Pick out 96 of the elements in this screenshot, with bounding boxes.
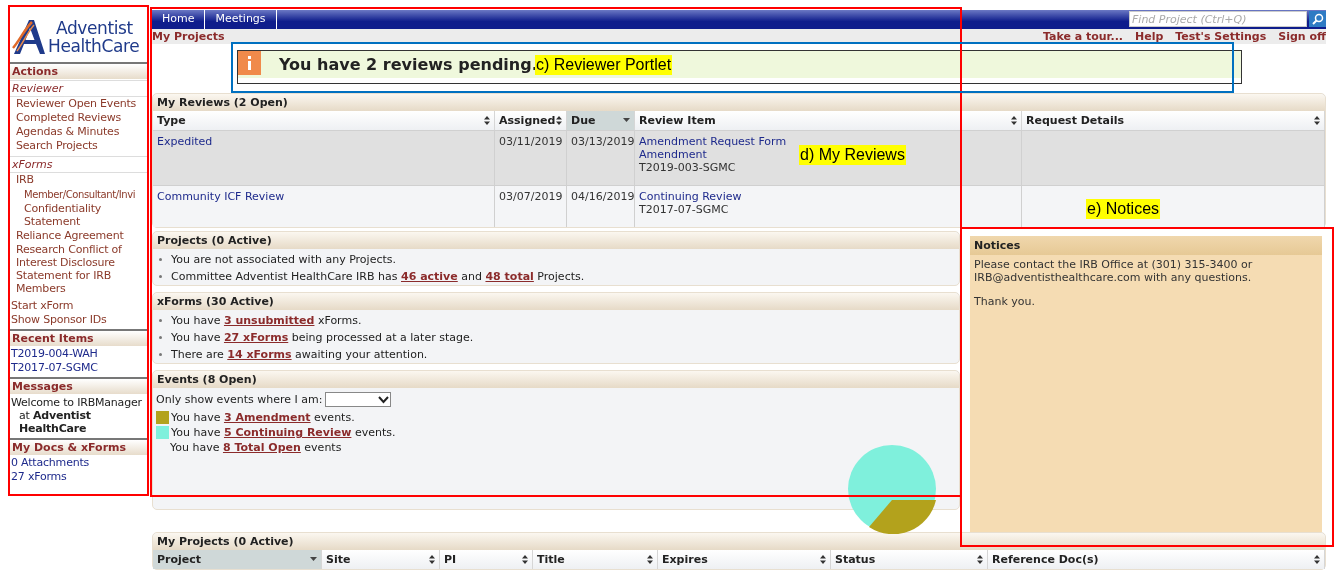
panel-title: xForms (30 Active) xyxy=(153,293,959,310)
count-link[interactable]: 48 total xyxy=(485,270,534,283)
sort-icon xyxy=(820,555,826,564)
sidebar-group-heading: Reviewer xyxy=(10,80,148,97)
table-cell: 03/11/2019 xyxy=(495,130,567,185)
review-item-link[interactable]: Amendment Request Form Amendment xyxy=(639,135,789,161)
panel-title: Projects (0 Active) xyxy=(153,232,959,249)
table-cell: 03/13/2019 xyxy=(567,130,635,185)
header-link[interactable]: Sign off xyxy=(1278,30,1326,43)
column-header[interactable]: Due xyxy=(567,111,635,130)
sidebar-link[interactable]: 27 xForms xyxy=(10,470,148,484)
sidebar-link[interactable]: T2019-004-WAH xyxy=(10,347,148,361)
event-count-sentence: You have 8 Total Open events xyxy=(170,441,342,454)
sort-icon xyxy=(1314,116,1320,125)
sidebar-link[interactable]: Start xForm xyxy=(10,299,148,313)
annotation-label: d) My Reviews xyxy=(799,145,906,165)
sidebar-link[interactable]: 0 Attachments xyxy=(10,456,148,470)
page-title: My Projects xyxy=(152,30,225,43)
sidebar-section-title: Recent Items xyxy=(10,329,148,346)
info-icon xyxy=(238,51,261,75)
sidebar-link[interactable]: Member/Consultant/Invi xyxy=(10,187,136,202)
column-header[interactable]: Status xyxy=(831,550,988,569)
header-link[interactable]: Help xyxy=(1135,30,1164,43)
sidebar-section-title: Actions xyxy=(10,62,148,79)
count-link[interactable]: 46 active xyxy=(401,270,458,283)
header-link[interactable]: Take a tour... xyxy=(1042,30,1123,43)
summary-sentence: Committee Adventist HealthCare IRB has 46 active and 48 total Projects. xyxy=(159,270,953,283)
summary-sentence: You have 3 unsubmitted xForms. xyxy=(159,314,953,327)
review-type-link[interactable]: Expedited xyxy=(157,135,213,148)
annotation-label: e) Notices xyxy=(1086,199,1161,219)
column-header[interactable]: Reference Doc(s) xyxy=(988,550,1325,569)
header-link[interactable]: Test's Settings xyxy=(1175,30,1267,43)
column-header[interactable]: Expires xyxy=(658,550,831,569)
summary-sentence: You have 27 xForms being processed at a later stage. xyxy=(159,331,953,344)
column-header[interactable]: Project xyxy=(153,550,322,569)
sort-icon xyxy=(1011,116,1017,125)
sidebar-section-title: Messages xyxy=(10,377,148,394)
column-header[interactable]: Review Item xyxy=(635,111,1022,130)
column-header[interactable]: Site xyxy=(322,550,440,569)
sidebar-link[interactable]: Show Sponsor IDs xyxy=(10,313,148,327)
sort-icon xyxy=(556,116,562,125)
sidebar-link[interactable]: Reviewer Open Events xyxy=(10,97,148,111)
panel-title: My Reviews (2 Open) xyxy=(153,94,1325,111)
table-cell: 04/16/2019 xyxy=(567,185,635,227)
sidebar-link[interactable]: Completed Reviews xyxy=(10,111,148,125)
summary-sentence: There are 14 xForms awaiting your attention. xyxy=(159,348,953,361)
count-link[interactable]: 3 Amendment xyxy=(223,411,311,424)
sort-down-icon xyxy=(623,118,630,123)
review-item-link[interactable]: Continuing Review xyxy=(639,190,742,203)
notice-text: Please contact the IRB Office at (301) 315-3400 or IRB@adventisthealthcare.com with any questions. xyxy=(974,258,1254,284)
search-icon xyxy=(1311,13,1324,25)
sidebar-link[interactable]: Confidentiality Statement xyxy=(10,202,148,229)
notice-text: Thank you. xyxy=(974,295,1036,308)
filter-label: Only show events where I am: xyxy=(156,393,323,406)
panel-title: Events (8 Open) xyxy=(153,371,959,388)
sort-icon xyxy=(429,555,435,564)
sidebar-link[interactable]: IRB xyxy=(10,173,148,187)
logo-icon xyxy=(12,18,46,56)
count-link[interactable]: 27 xForms xyxy=(223,331,289,344)
column-header[interactable]: Type xyxy=(153,111,495,130)
search-field[interactable]: Find Project (Ctrl+Q) xyxy=(1129,11,1307,27)
sort-icon xyxy=(977,555,983,564)
event-count-sentence: You have 5 Continuing Review events. xyxy=(171,426,396,439)
panel-title: Notices xyxy=(970,236,1322,255)
column-header[interactable]: Assigned xyxy=(495,111,567,130)
welcome-message: Welcome to IRBManager at Adventist HealthCare xyxy=(10,395,143,437)
sort-icon xyxy=(484,116,490,125)
review-type-link[interactable]: Community ICF Review xyxy=(157,190,285,203)
column-header[interactable]: Title xyxy=(533,550,658,569)
column-header[interactable]: Request Details xyxy=(1022,111,1325,130)
summary-sentence: You are not associated with any Projects. xyxy=(159,253,953,266)
column-header[interactable]: PI xyxy=(440,550,533,569)
table-cell: 03/07/2019 xyxy=(495,185,567,227)
project-id: T2019-003-SGMC xyxy=(639,161,736,174)
count-link[interactable]: 8 Total Open xyxy=(222,441,301,454)
sidebar-link[interactable]: Research Conflict of Interest Disclosure Statement for IRB Members xyxy=(10,243,148,296)
sort-icon xyxy=(522,555,528,564)
sidebar-group-heading: xForms xyxy=(10,156,148,173)
sidebar-link[interactable]: T2017-07-SGMC xyxy=(10,361,148,375)
logo-text: Adventist HealthCare xyxy=(48,19,140,55)
sort-icon xyxy=(647,555,653,564)
project-id: T2017-07-SGMC xyxy=(639,203,729,216)
sort-down-icon xyxy=(310,557,317,562)
annotation-label: c) Reviewer Portlet xyxy=(535,55,673,75)
search-button[interactable] xyxy=(1309,11,1326,27)
sidebar-link[interactable]: Agendas & Minutes xyxy=(10,125,148,139)
count-link[interactable]: 5 Continuing Review xyxy=(223,426,352,439)
count-link[interactable]: 14 xForms xyxy=(227,348,292,361)
sort-icon xyxy=(1314,555,1320,564)
role-select[interactable] xyxy=(325,392,392,407)
event-count-sentence: You have 3 Amendment events. xyxy=(171,411,355,424)
sidebar-link[interactable]: Search Projects xyxy=(10,139,148,153)
panel-title: My Projects (0 Active) xyxy=(153,533,1325,550)
sidebar-link[interactable]: Reliance Agreement xyxy=(10,229,148,243)
count-link[interactable]: 3 unsubmitted xyxy=(223,314,315,327)
sidebar-section-title: My Docs & xForms xyxy=(10,438,148,455)
